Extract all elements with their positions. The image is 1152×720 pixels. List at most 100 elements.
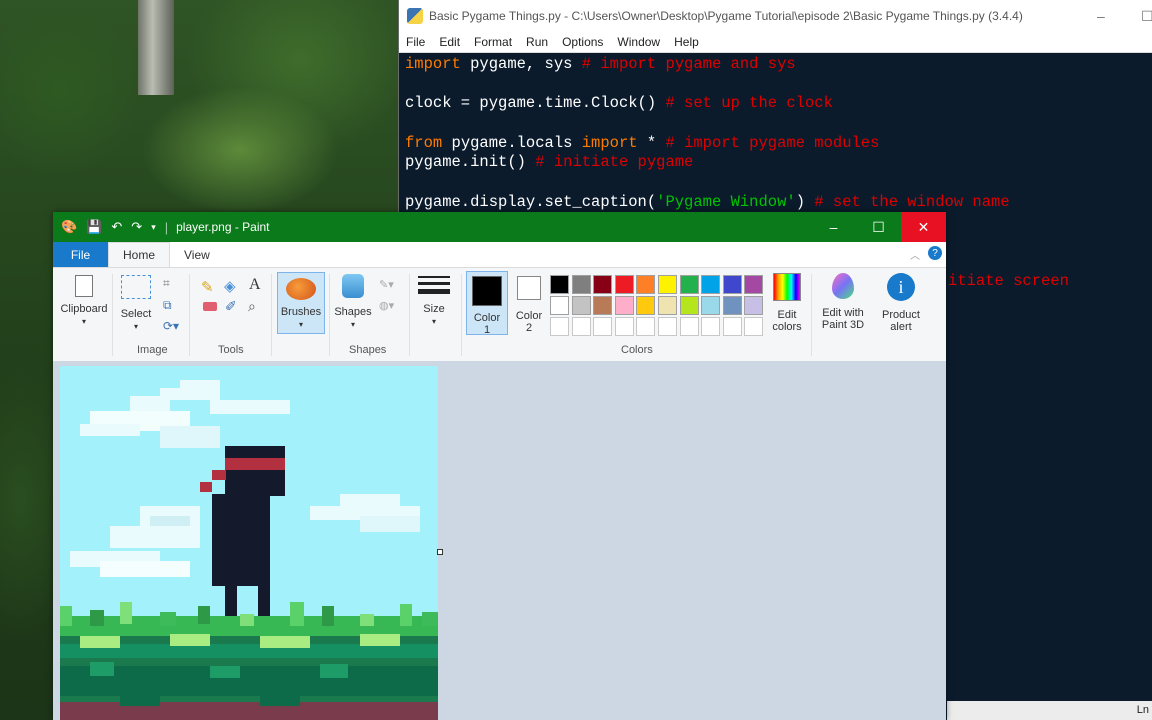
ribbon-separator: [329, 274, 330, 356]
palette-swatch[interactable]: [550, 275, 569, 294]
product-alert-button[interactable]: i Product alert: [875, 273, 927, 333]
tab-home[interactable]: Home: [108, 242, 171, 267]
outline-icon[interactable]: ✎▾: [379, 278, 394, 291]
code-line: from pygame.locals import * # import pyg…: [405, 134, 880, 152]
custom-color-slot[interactable]: [679, 317, 699, 336]
save-icon[interactable]: 💾: [86, 219, 102, 235]
palette-swatch[interactable]: [636, 296, 656, 315]
menu-run[interactable]: Run: [519, 35, 555, 49]
clipboard-icon: [75, 275, 93, 297]
palette-swatch[interactable]: [722, 275, 742, 294]
color2-button[interactable]: Color 2: [509, 272, 549, 334]
color1-button[interactable]: Color 1: [466, 271, 508, 336]
magnifier-icon[interactable]: ⌕: [248, 298, 256, 315]
brushes-button[interactable]: Brushes ▾: [277, 272, 325, 334]
menu-options[interactable]: Options: [555, 35, 610, 49]
brush-icon: [286, 278, 316, 300]
palette-swatch[interactable]: [550, 296, 569, 315]
maximize-button[interactable]: ☐: [856, 212, 901, 242]
palette-swatch[interactable]: [593, 296, 613, 315]
idle-window-title: Basic Pygame Things.py - C:\Users\Owner\…: [429, 9, 1023, 23]
code-line: itiate screen: [948, 272, 1069, 290]
palette-swatch[interactable]: [658, 296, 677, 315]
palette-swatch[interactable]: [679, 275, 699, 294]
maximize-icon[interactable]: ☐: [1141, 8, 1152, 25]
menu-window[interactable]: Window: [610, 35, 667, 49]
titlebar-divider: |: [164, 219, 169, 235]
custom-color-slot[interactable]: [550, 317, 569, 336]
collapse-ribbon-icon[interactable]: ︿: [910, 247, 920, 262]
menu-format[interactable]: Format: [467, 35, 519, 49]
color-picker-icon[interactable]: ✐: [225, 298, 237, 315]
python-icon: [407, 8, 423, 24]
select-icon: [121, 275, 151, 299]
code-line: import pygame, sys # import pygame and s…: [405, 55, 796, 73]
menu-help[interactable]: Help: [667, 35, 706, 49]
palette-swatch[interactable]: [679, 296, 699, 315]
undo-icon[interactable]: ↶: [111, 219, 122, 235]
paint-app-icon: 🎨: [61, 219, 78, 234]
paint-window[interactable]: 🎨 💾 ↶ ↷ ▾ | player.png - Paint – ☐ ✕ Fil…: [53, 212, 946, 720]
custom-color-slot[interactable]: [614, 317, 634, 336]
custom-color-slot[interactable]: [722, 317, 742, 336]
paint-window-title: player.png - Paint: [176, 220, 270, 234]
edit-colors-icon: [773, 273, 801, 301]
close-button[interactable]: ✕: [901, 212, 946, 242]
palette-swatch[interactable]: [593, 275, 613, 294]
custom-color-slot[interactable]: [658, 317, 677, 336]
palette-swatch[interactable]: [722, 296, 742, 315]
tab-view[interactable]: View: [170, 243, 224, 267]
color1-swatch: [472, 276, 502, 306]
edit-with-paint3d-button[interactable]: Edit with Paint 3D: [815, 273, 871, 331]
custom-color-slot[interactable]: [744, 317, 764, 336]
palette-swatch[interactable]: [701, 296, 721, 315]
palette-swatch[interactable]: [571, 296, 591, 315]
shapes-button[interactable]: Shapes ▾: [333, 274, 373, 331]
resize-icon[interactable]: ⧉: [163, 298, 172, 313]
minimize-button[interactable]: –: [811, 212, 856, 242]
customize-quick-access-icon[interactable]: ▾: [151, 222, 156, 233]
menu-file[interactable]: File: [399, 35, 432, 49]
custom-color-slot[interactable]: [571, 317, 591, 336]
redo-icon[interactable]: ↷: [131, 219, 142, 235]
ribbon-separator: [271, 274, 272, 356]
idle-titlebar[interactable]: Basic Pygame Things.py - C:\Users\Owner\…: [399, 0, 1152, 32]
custom-color-slot[interactable]: [593, 317, 613, 336]
custom-color-slot[interactable]: [701, 317, 721, 336]
clipboard-button[interactable]: Clipboard ▾: [58, 275, 110, 328]
drawing-canvas[interactable]: [60, 366, 438, 720]
help-icon[interactable]: ?: [928, 246, 942, 260]
crop-icon[interactable]: ⌗: [163, 276, 170, 291]
palette-swatch[interactable]: [571, 275, 591, 294]
edit-colors-button[interactable]: Edit colors: [767, 273, 807, 333]
palette-swatch[interactable]: [614, 275, 634, 294]
palette-swatch[interactable]: [658, 275, 677, 294]
palette-swatch[interactable]: [744, 275, 764, 294]
menu-edit[interactable]: Edit: [432, 35, 467, 49]
custom-color-slot[interactable]: [636, 317, 656, 336]
palette-swatch[interactable]: [614, 296, 634, 315]
palette-swatch[interactable]: [744, 296, 764, 315]
fill-shape-icon[interactable]: ◍▾: [379, 299, 394, 312]
paint-titlebar[interactable]: 🎨 💾 ↶ ↷ ▾ | player.png - Paint – ☐ ✕: [53, 212, 946, 242]
select-button[interactable]: Select ▾: [116, 275, 156, 333]
code-line: pygame.display.set_caption('Pygame Windo…: [405, 193, 1010, 211]
canvas-resize-handle[interactable]: [437, 549, 443, 555]
text-tool-icon[interactable]: A: [249, 276, 261, 294]
ribbon-tabs: File Home View ︿ ?: [53, 242, 946, 268]
line-indicator: Ln: [1136, 704, 1149, 716]
code-line: pygame.init() # initiate pygame: [405, 153, 694, 171]
fill-icon[interactable]: ◈: [224, 277, 236, 295]
palette-swatch[interactable]: [636, 275, 656, 294]
eraser-icon[interactable]: [203, 302, 217, 311]
size-button[interactable]: Size ▾: [414, 276, 454, 328]
group-label-shapes: Shapes: [349, 344, 387, 356]
group-label-tools: Tools: [218, 344, 244, 356]
rotate-icon[interactable]: ⟳▾: [163, 319, 179, 333]
tab-file[interactable]: File: [53, 242, 108, 267]
palette-swatch[interactable]: [701, 275, 721, 294]
pencil-icon[interactable]: ✎: [201, 278, 214, 296]
idle-statusbar: Ln: [947, 701, 1152, 720]
group-label-colors: Colors: [621, 344, 653, 356]
minimize-icon[interactable]: –: [1097, 8, 1105, 24]
